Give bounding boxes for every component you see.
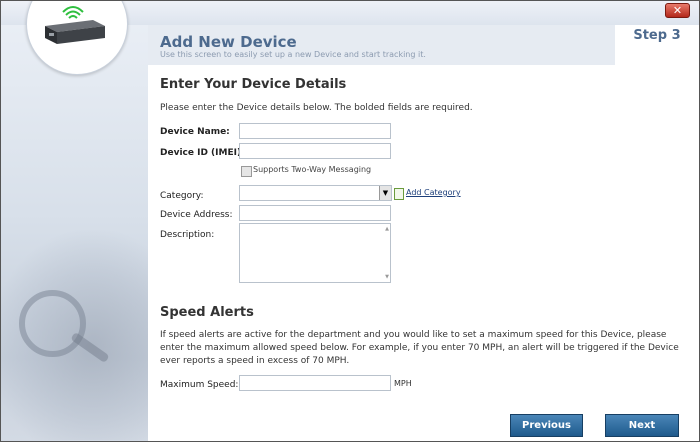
- device-name-field[interactable]: [239, 123, 391, 139]
- speed-intro: If speed alerts are active for the depar…: [160, 330, 679, 366]
- device-icon: [45, 6, 105, 44]
- speed-heading: Speed Alerts: [160, 305, 254, 320]
- device-address-label: Device Address:: [160, 210, 233, 220]
- two-way-label: Supports Two-Way Messaging: [253, 165, 372, 174]
- category-label: Category:: [160, 191, 204, 201]
- max-speed-label: Maximum Speed:: [160, 380, 239, 390]
- main-content: Add New Device Use this screen to easily…: [148, 25, 699, 441]
- sidebar-illustration: [1, 25, 161, 441]
- scroll-up-icon[interactable]: ▲: [385, 226, 389, 232]
- description-field[interactable]: ▲ ▼: [239, 223, 391, 283]
- wizard-window: ✕ Add New Device Use this screen to easi…: [0, 0, 700, 442]
- device-id-field[interactable]: [239, 143, 391, 159]
- add-icon[interactable]: [394, 188, 404, 200]
- next-button[interactable]: Next: [605, 414, 679, 437]
- description-label: Description:: [160, 230, 215, 240]
- details-intro: Please enter the Device details below. T…: [160, 103, 473, 113]
- two-way-checkbox[interactable]: [241, 166, 252, 177]
- add-category-link[interactable]: Add Category: [406, 188, 461, 197]
- page-subtitle: Use this screen to easily set up a new D…: [160, 50, 426, 59]
- chevron-down-icon[interactable]: ▼: [379, 186, 391, 200]
- magnifier-image: [19, 290, 86, 357]
- max-speed-field[interactable]: [239, 375, 391, 391]
- speed-unit: MPH: [394, 379, 412, 388]
- device-name-label: Device Name:: [160, 127, 230, 137]
- page-title: Add New Device: [160, 33, 297, 51]
- category-select[interactable]: ▼: [239, 185, 392, 201]
- details-heading: Enter Your Device Details: [160, 77, 347, 92]
- close-icon: ✕: [672, 4, 683, 17]
- device-id-label: Device ID (IMEI):: [160, 148, 245, 158]
- scroll-down-icon[interactable]: ▼: [385, 274, 389, 280]
- close-button[interactable]: ✕: [665, 3, 690, 18]
- header-band: Add New Device Use this screen to easily…: [148, 25, 615, 65]
- step-indicator: Step 3: [615, 25, 699, 47]
- previous-button[interactable]: Previous: [510, 414, 583, 437]
- device-address-field[interactable]: [239, 205, 391, 221]
